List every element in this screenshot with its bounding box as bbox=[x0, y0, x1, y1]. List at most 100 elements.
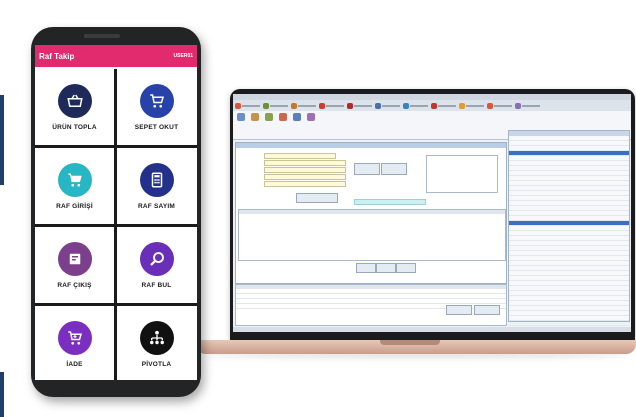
module-tab[interactable] bbox=[431, 102, 456, 109]
grid-nav-button[interactable] bbox=[396, 263, 416, 273]
module-tab-icon bbox=[319, 102, 325, 109]
menu-item-label: RAF ÇIKIŞ bbox=[57, 281, 92, 289]
hierarchy-icon bbox=[139, 320, 174, 355]
lower-list bbox=[235, 284, 507, 326]
form-field-row bbox=[240, 167, 346, 173]
module-tabs bbox=[233, 100, 631, 111]
menu-item-sepet-okut[interactable]: SEPET OKUT bbox=[117, 69, 196, 145]
calculator-icon bbox=[139, 162, 174, 197]
add-button[interactable] bbox=[354, 163, 380, 175]
cart-icon bbox=[139, 83, 174, 118]
phone-speaker bbox=[84, 34, 120, 38]
menu-item-label: RAF SAYIM bbox=[138, 202, 175, 210]
module-tab-label bbox=[242, 104, 260, 107]
grid-nav-button[interactable] bbox=[376, 263, 396, 273]
ribbon-icon bbox=[279, 113, 287, 121]
edge-bar-top bbox=[0, 95, 4, 185]
phone-screen: Raf Takip USER01 ÜRÜN TOPLA SEPET OKUT RAF… bbox=[35, 45, 197, 380]
module-tab-icon bbox=[291, 102, 297, 109]
module-tab-label bbox=[298, 104, 316, 107]
ribbon-icon bbox=[237, 113, 245, 121]
module-tab-label bbox=[354, 104, 372, 107]
menu-item-raf-sayim[interactable]: RAF SAYIM bbox=[117, 148, 196, 224]
module-tab-icon bbox=[263, 102, 269, 109]
search-button[interactable] bbox=[296, 193, 338, 203]
module-tab-label bbox=[494, 104, 512, 107]
module-tab[interactable] bbox=[403, 102, 428, 109]
module-tab-label bbox=[382, 104, 400, 107]
user-label: USER01 bbox=[173, 53, 193, 59]
app-title: Raf Takip bbox=[39, 51, 75, 61]
menu-item-i̇ade[interactable]: İADE bbox=[35, 306, 114, 380]
module-tab-label bbox=[410, 104, 428, 107]
module-tab-label bbox=[466, 104, 484, 107]
menu-grid: ÜRÜN TOPLA SEPET OKUT RAF GİRİŞİ RAF SAYIM R… bbox=[35, 69, 197, 380]
highlight-field[interactable] bbox=[354, 199, 426, 205]
edge-bar-bottom bbox=[0, 372, 4, 417]
grid-header bbox=[239, 210, 505, 214]
module-tab[interactable] bbox=[487, 102, 512, 109]
ribbon-button[interactable] bbox=[291, 113, 303, 137]
form-input[interactable] bbox=[264, 160, 346, 166]
module-tab[interactable] bbox=[263, 102, 288, 109]
menu-item-label: SEPET OKUT bbox=[134, 123, 179, 131]
form-field-row bbox=[240, 153, 336, 159]
module-tab-label bbox=[326, 104, 344, 107]
ribbon-button[interactable] bbox=[263, 113, 275, 137]
module-tab-label bbox=[522, 104, 540, 107]
menu-item-label: ÜRÜN TOPLA bbox=[52, 123, 97, 131]
menu-item-raf-bul[interactable]: RAF BUL bbox=[117, 227, 196, 303]
ribbon-icon bbox=[251, 113, 259, 121]
ribbon-button[interactable] bbox=[235, 113, 247, 137]
module-tab-icon bbox=[375, 102, 381, 109]
module-tab[interactable] bbox=[291, 102, 316, 109]
module-tab-label bbox=[270, 104, 288, 107]
form-input[interactable] bbox=[264, 181, 346, 187]
menu-item-ürün-topla[interactable]: ÜRÜN TOPLA bbox=[35, 69, 114, 145]
notes-box[interactable] bbox=[426, 155, 498, 193]
module-tab[interactable] bbox=[319, 102, 344, 109]
cart-in-icon bbox=[57, 162, 92, 197]
form-input[interactable] bbox=[264, 153, 336, 159]
menu-item-label: PİVOTLA bbox=[141, 360, 172, 368]
laptop-notch bbox=[380, 340, 440, 345]
form-panel bbox=[235, 142, 507, 284]
ribbon-button[interactable] bbox=[277, 113, 289, 137]
menu-item-raf-çikiş[interactable]: RAF ÇIKIŞ bbox=[35, 227, 114, 303]
menu-item-label: RAF GİRİŞİ bbox=[56, 202, 93, 210]
form-field-row bbox=[240, 181, 346, 187]
desktop-app-window bbox=[233, 94, 631, 332]
module-tab[interactable] bbox=[459, 102, 484, 109]
results-grid bbox=[238, 209, 506, 261]
prev-button[interactable] bbox=[446, 305, 472, 315]
basket-icon bbox=[57, 83, 92, 118]
ribbon-icon bbox=[265, 113, 273, 121]
status-bar bbox=[233, 327, 631, 332]
menu-item-pi̇votla[interactable]: PİVOTLA bbox=[117, 306, 196, 380]
module-tab[interactable] bbox=[347, 102, 372, 109]
module-tab[interactable] bbox=[515, 102, 540, 109]
box-out-icon bbox=[57, 241, 92, 276]
menu-item-label: RAF BUL bbox=[141, 281, 172, 289]
module-tab-icon bbox=[431, 102, 437, 109]
module-tab[interactable] bbox=[375, 102, 400, 109]
form-field-row bbox=[240, 174, 346, 180]
next-button[interactable] bbox=[474, 305, 500, 315]
module-tab-label bbox=[438, 104, 456, 107]
form-field-row bbox=[240, 160, 346, 166]
grid-nav-button[interactable] bbox=[356, 263, 376, 273]
ribbon-button[interactable] bbox=[249, 113, 261, 137]
module-tab-icon bbox=[487, 102, 493, 109]
save-button[interactable] bbox=[381, 163, 407, 175]
module-tab-icon bbox=[235, 102, 241, 109]
ribbon-button[interactable] bbox=[305, 113, 317, 137]
ribbon-icon bbox=[307, 113, 315, 121]
menu-item-label: İADE bbox=[66, 360, 83, 368]
module-tab-icon bbox=[347, 102, 353, 109]
form-input[interactable] bbox=[264, 167, 346, 173]
form-input[interactable] bbox=[264, 174, 346, 180]
menu-item-raf-gi̇ri̇şi̇[interactable]: RAF GİRİŞİ bbox=[35, 148, 114, 224]
module-tab-icon bbox=[459, 102, 465, 109]
module-tab[interactable] bbox=[235, 102, 260, 109]
search-icon bbox=[139, 241, 174, 276]
